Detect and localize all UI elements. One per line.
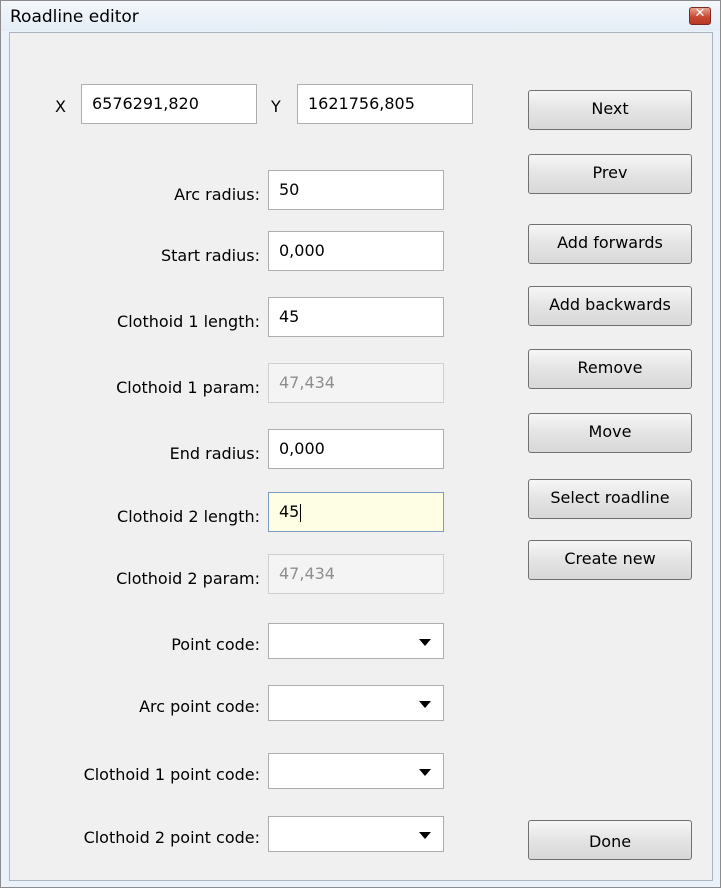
chevron-down-icon — [419, 832, 431, 839]
prev-button[interactable]: Prev — [528, 154, 692, 194]
point-code-label: Point code: — [171, 635, 260, 654]
start-radius-label: Start radius: — [160, 246, 260, 265]
remove-button[interactable]: Remove — [528, 349, 692, 389]
clothoid2-param-label: Clothoid 2 param: — [116, 569, 260, 588]
clothoid2-point-code-label: Clothoid 2 point code: — [83, 828, 260, 847]
arc-radius-label: Arc radius: — [174, 185, 260, 204]
dialog-body: X 6576291,820 Y 1621756,805 Arc radius: … — [9, 32, 713, 881]
close-button[interactable]: ✕ — [689, 6, 711, 25]
x-coordinate-field[interactable]: 6576291,820 — [81, 84, 257, 124]
arc-point-code-label: Arc point code: — [139, 697, 260, 716]
clothoid2-param-field: 47,434 — [268, 554, 444, 594]
text-caret — [300, 503, 302, 522]
x-label: X — [55, 97, 66, 116]
window-title: Roadline editor — [10, 7, 139, 27]
point-code-dropdown[interactable] — [268, 623, 444, 659]
start-radius-field[interactable]: 0,000 — [268, 231, 444, 271]
arc-point-code-dropdown[interactable] — [268, 685, 444, 721]
clothoid2-length-label: Clothoid 2 length: — [117, 507, 260, 526]
move-button[interactable]: Move — [528, 413, 692, 453]
next-button[interactable]: Next — [528, 90, 692, 130]
clothoid1-point-code-label: Clothoid 1 point code: — [83, 765, 260, 784]
y-label: Y — [271, 97, 281, 116]
clothoid1-param-label: Clothoid 1 param: — [116, 378, 260, 397]
clothoid1-length-field[interactable]: 45 — [268, 297, 444, 337]
clothoid2-length-field[interactable]: 45 — [268, 492, 444, 532]
chevron-down-icon — [419, 769, 431, 776]
clothoid1-point-code-dropdown[interactable] — [268, 753, 444, 789]
title-bar[interactable]: Roadline editor ✕ — [1, 1, 720, 31]
y-coordinate-field[interactable]: 1621756,805 — [297, 84, 473, 124]
add-forwards-button[interactable]: Add forwards — [528, 224, 692, 264]
chevron-down-icon — [419, 701, 431, 708]
select-roadline-button[interactable]: Select roadline — [528, 479, 692, 519]
clothoid2-length-value: 45 — [279, 502, 300, 521]
create-new-button[interactable]: Create new — [528, 540, 692, 580]
end-radius-field[interactable]: 0,000 — [268, 429, 444, 469]
done-button[interactable]: Done — [528, 820, 692, 860]
clothoid1-length-label: Clothoid 1 length: — [117, 312, 260, 331]
close-icon: ✕ — [694, 6, 706, 21]
arc-radius-field[interactable]: 50 — [268, 170, 444, 210]
chevron-down-icon — [419, 639, 431, 646]
clothoid2-point-code-dropdown[interactable] — [268, 816, 444, 852]
add-backwards-button[interactable]: Add backwards — [528, 286, 692, 326]
roadline-editor-window: Roadline editor ✕ X 6576291,820 Y 162175… — [0, 0, 721, 888]
end-radius-label: End radius: — [169, 444, 260, 463]
clothoid1-param-field: 47,434 — [268, 363, 444, 403]
